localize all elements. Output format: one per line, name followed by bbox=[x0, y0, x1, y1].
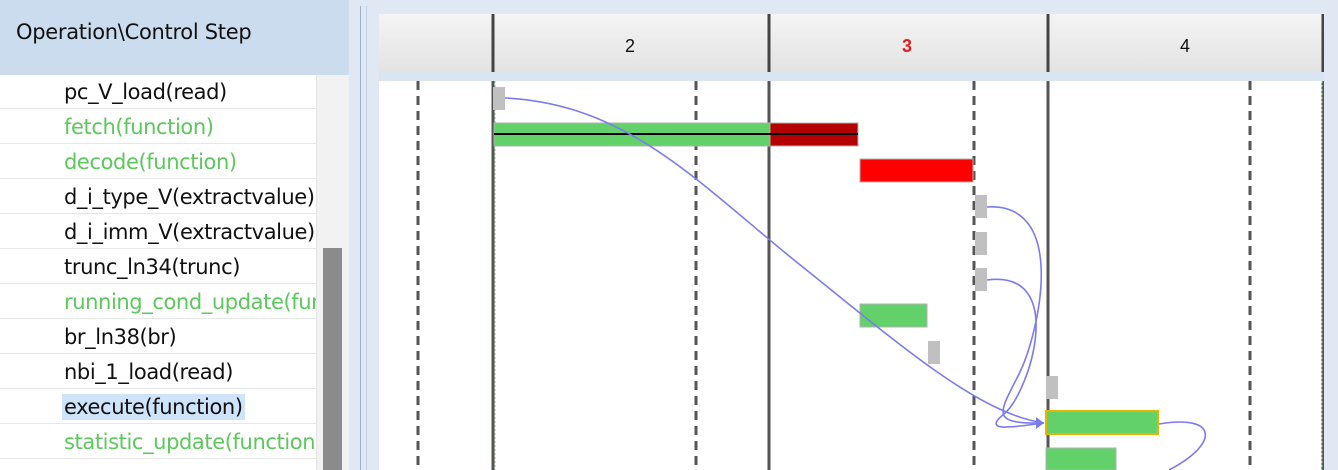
splitter-line bbox=[360, 6, 361, 470]
execute-bar bbox=[1045, 410, 1159, 435]
running-cond-update-bar bbox=[859, 303, 928, 328]
list-item-selected[interactable]: execute(function) bbox=[0, 390, 316, 424]
op-label: nbi_1_load(read) bbox=[64, 360, 233, 384]
dependency-curve bbox=[1158, 421, 1207, 470]
column-header-title: Operation\Control Step bbox=[16, 20, 252, 44]
dependency-arrowhead bbox=[1036, 417, 1044, 429]
list-item[interactable]: statistic_update(function) bbox=[0, 425, 316, 459]
dependency-curve bbox=[504, 97, 1045, 424]
operation-column-header: Operation\Control Step bbox=[0, 0, 350, 75]
op-label: d_i_type_V(extractvalue) bbox=[64, 185, 315, 209]
list-item[interactable]: decode(function) bbox=[0, 145, 316, 179]
statistic-update-bar bbox=[1045, 447, 1117, 470]
list-item[interactable]: d_i_type_V(extractvalue) bbox=[0, 180, 316, 214]
op-marker bbox=[1046, 376, 1058, 399]
chart-edge bbox=[1324, 14, 1338, 470]
list-item[interactable]: pc_V_load(read) bbox=[0, 75, 316, 109]
decode-bar bbox=[859, 158, 974, 183]
op-label: statistic_update(function) bbox=[64, 430, 316, 454]
op-marker bbox=[493, 87, 505, 110]
list-item[interactable]: running_cond_update(function) bbox=[0, 285, 316, 319]
list-item[interactable]: br_ln38(br) bbox=[0, 320, 316, 354]
op-label: fetch(function) bbox=[64, 115, 214, 139]
op-label: br_ln38(br) bbox=[64, 325, 177, 349]
splitter-line-highlight bbox=[366, 6, 367, 470]
dependency-curve bbox=[986, 278, 1045, 428]
list-item[interactable]: fetch(function) bbox=[0, 110, 316, 144]
op-label: trunc_ln34(trunc) bbox=[64, 255, 241, 279]
op-marker bbox=[928, 341, 940, 364]
op-marker bbox=[975, 232, 987, 255]
scrollbar-thumb[interactable] bbox=[323, 248, 342, 470]
panel-splitter[interactable] bbox=[349, 0, 379, 470]
list-item[interactable]: nbi_1_load(read) bbox=[0, 355, 316, 389]
op-marker bbox=[975, 195, 987, 218]
op-marker bbox=[975, 268, 987, 291]
schedule-chart: 2 3 4 bbox=[379, 14, 1324, 470]
list-item[interactable]: d_i_imm_V(extractvalue) bbox=[0, 215, 316, 249]
list-item[interactable]: trunc_ln34(trunc) bbox=[0, 250, 316, 284]
op-label: execute(function) bbox=[62, 394, 245, 420]
schedule-graphics bbox=[416, 14, 1324, 470]
op-label: pc_V_load(read) bbox=[64, 80, 227, 104]
op-label: d_i_imm_V(extractvalue) bbox=[64, 220, 315, 244]
operation-list: pc_V_load(read) fetch(function) decode(f… bbox=[0, 75, 316, 470]
op-label: running_cond_update(function) bbox=[64, 290, 316, 314]
op-label: decode(function) bbox=[64, 150, 237, 174]
